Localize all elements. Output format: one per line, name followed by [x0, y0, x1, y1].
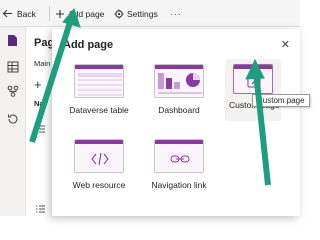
history-icon[interactable] — [6, 112, 19, 125]
main-navigation-label: Main — [34, 59, 51, 68]
settings-label: Settings — [127, 8, 158, 19]
list-icon — [36, 205, 45, 215]
add-page-button[interactable]: Add page — [55, 0, 104, 27]
tile-navigation-link[interactable]: Navigation link — [143, 139, 215, 190]
add-page-dialog: Add page ✕ Dataverse table Dashboard Cus… — [52, 29, 310, 216]
page-icon[interactable] — [6, 34, 19, 47]
add-item-button[interactable]: + — [34, 77, 42, 92]
tile-label: Web resource — [72, 180, 126, 190]
back-label: Back — [17, 8, 36, 19]
toolbar-divider — [49, 6, 50, 21]
list-icon — [36, 125, 45, 135]
back-button[interactable]: Back — [2, 0, 36, 27]
dataverse-table-thumbnail — [74, 64, 124, 98]
navigation-label: Nav — [34, 99, 48, 108]
back-arrow-icon — [2, 8, 13, 19]
add-page-label: Add page — [68, 8, 105, 19]
tile-dataverse-table[interactable]: Dataverse table — [63, 64, 135, 115]
web-resource-thumbnail — [74, 139, 124, 173]
more-button[interactable]: ··· — [170, 0, 182, 27]
tile-label: Dashboard — [158, 105, 200, 115]
dashboard-thumbnail — [154, 64, 204, 98]
flow-icon[interactable] — [6, 84, 19, 97]
close-icon[interactable]: ✕ — [281, 38, 290, 51]
tile-web-resource[interactable]: Web resource — [63, 139, 135, 190]
plus-icon — [55, 9, 65, 19]
tile-label: Navigation link — [151, 180, 207, 190]
command-bar: Back Add page Settings ··· — [0, 0, 300, 27]
navigation-link-thumbnail — [154, 139, 204, 173]
table-icon[interactable] — [6, 60, 19, 73]
custom-page-thumbnail — [233, 64, 273, 94]
gear-icon — [114, 9, 124, 19]
tile-label: Dataverse table — [69, 105, 129, 115]
custom-page-tooltip: Custom page — [252, 94, 310, 107]
tile-dashboard[interactable]: Dashboard — [143, 64, 215, 115]
tile-custom-page[interactable]: Custom page — [225, 59, 281, 121]
left-rail — [0, 27, 26, 216]
settings-button[interactable]: Settings — [114, 0, 158, 27]
code-icon — [91, 152, 109, 166]
dialog-title: Add page — [63, 39, 114, 51]
